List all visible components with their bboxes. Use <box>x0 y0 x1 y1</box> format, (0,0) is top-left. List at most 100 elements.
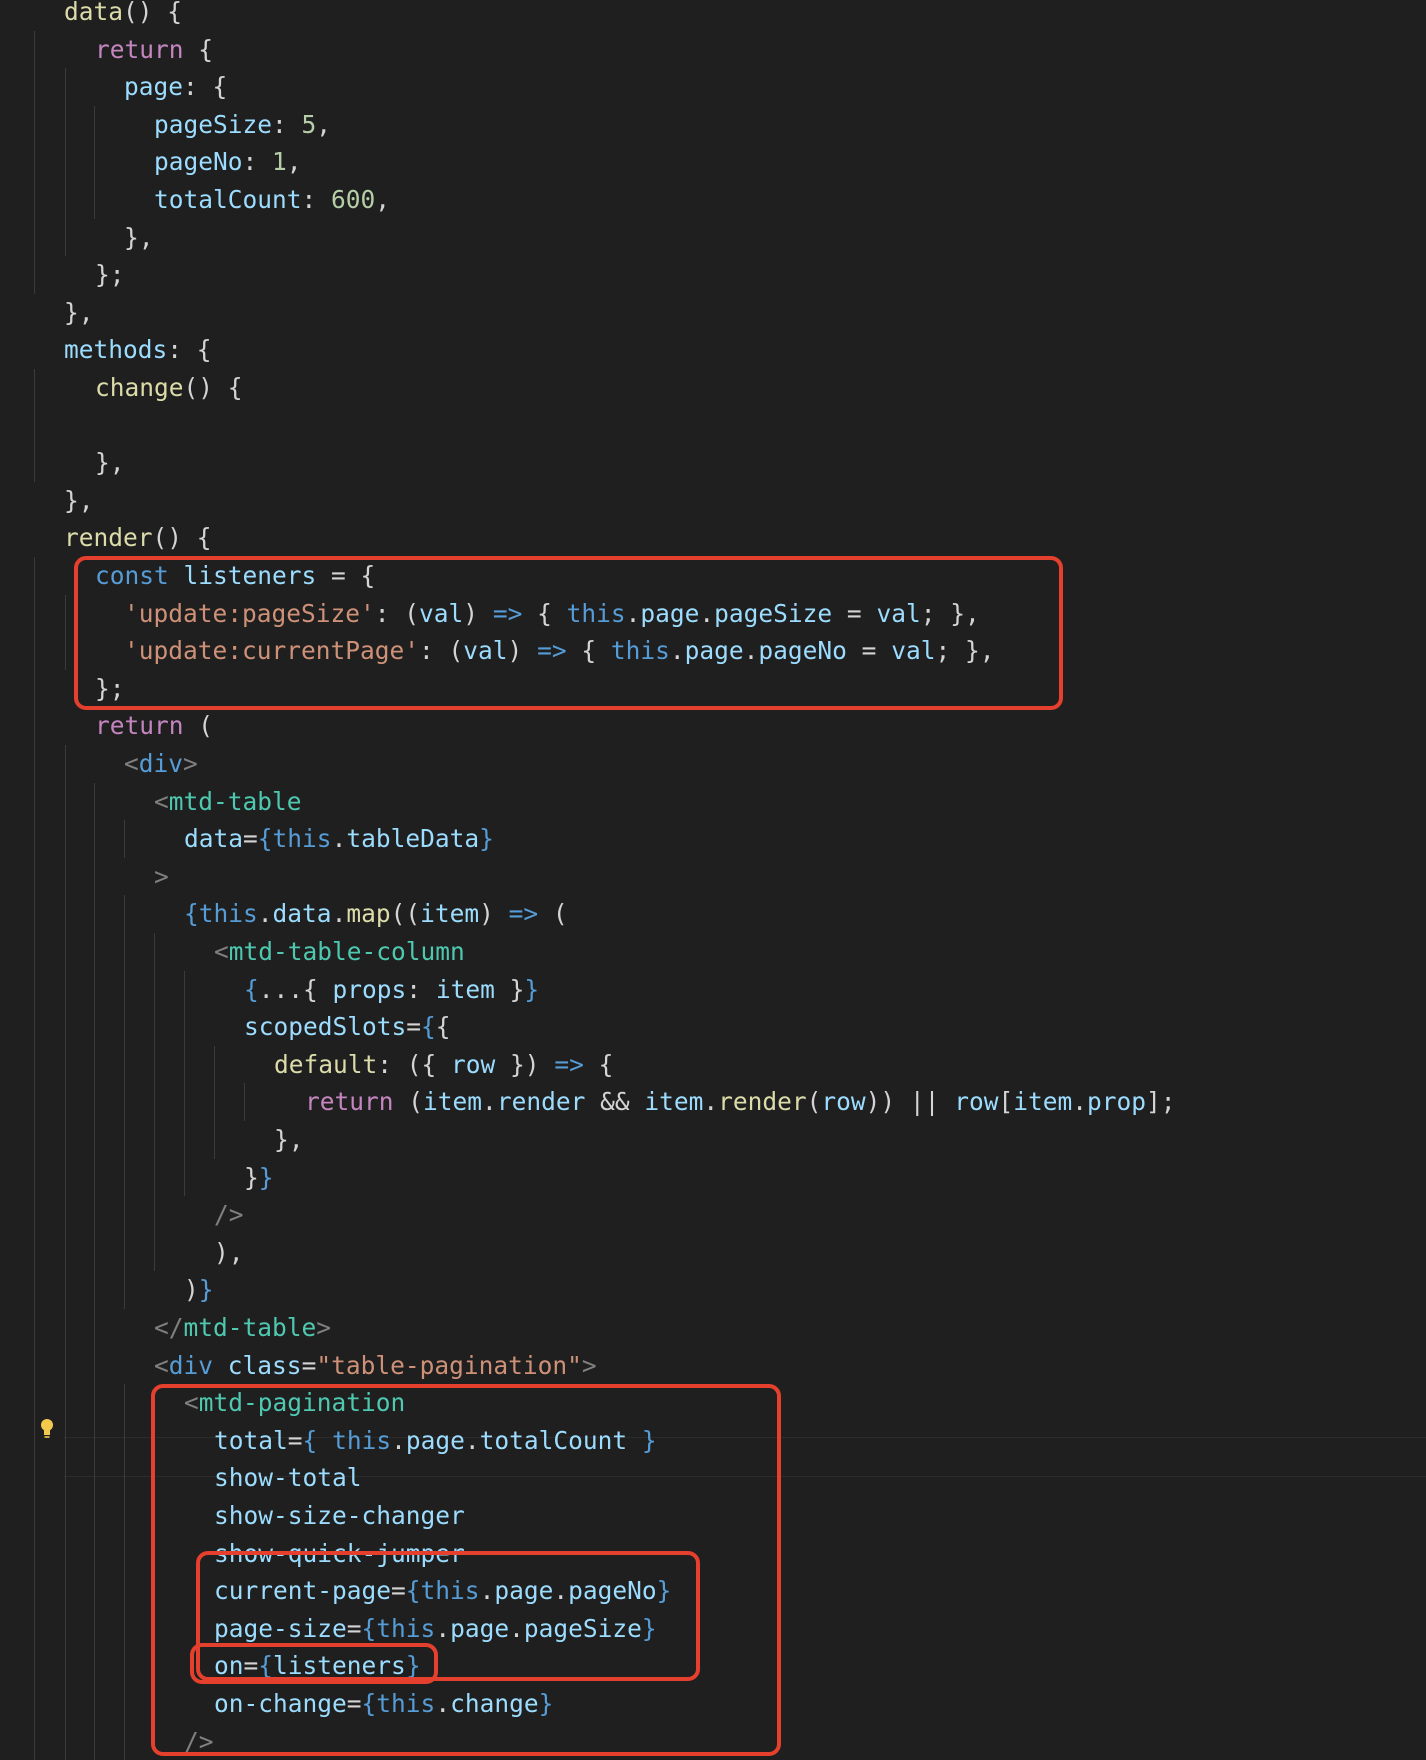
lightbulb-icon[interactable] <box>40 1418 54 1440</box>
code-line[interactable]: }, <box>274 1121 304 1159</box>
code-line[interactable]: totalCount: 600, <box>154 181 390 219</box>
code-token: () { <box>183 373 243 402</box>
code-token: item <box>1013 1087 1073 1117</box>
code-line[interactable]: default: ({ row }) => { <box>274 1046 613 1084</box>
code-line[interactable]: }, <box>95 444 125 482</box>
code-token: prop <box>1087 1087 1147 1117</box>
listeners-highlight-box <box>74 556 1063 710</box>
code-token: 5 <box>301 109 317 139</box>
code-token: && <box>585 1087 645 1117</box>
code-token: { <box>421 1012 436 1042</box>
code-token: : <box>242 147 273 177</box>
code-token: map <box>346 899 391 929</box>
code-token: { <box>583 1049 614 1079</box>
code-line[interactable]: return (item.render && item.render(row))… <box>305 1083 1176 1121</box>
code-line[interactable]: render() { <box>64 519 212 557</box>
code-token: [ <box>998 1087 1014 1117</box>
code-token: mtd-table <box>168 786 302 816</box>
code-line[interactable]: scopedSlots={{ <box>244 1008 451 1046</box>
indent-guide <box>65 594 66 670</box>
code-token: . <box>482 1087 497 1117</box>
code-token: { <box>435 1012 451 1042</box>
code-line[interactable]: }} <box>244 1159 274 1197</box>
code-token: /> <box>214 1200 244 1230</box>
indent-guide <box>124 820 125 858</box>
code-line[interactable]: {...{ props: item }} <box>244 971 539 1009</box>
code-token: } <box>524 974 540 1004</box>
code-token: , <box>375 185 391 214</box>
code-line[interactable]: }, <box>64 294 94 332</box>
code-token: this <box>272 824 332 854</box>
code-token: . <box>1072 1087 1087 1117</box>
code-token: , <box>286 147 302 177</box>
code-token: > <box>154 861 169 891</box>
code-token: > <box>316 1313 332 1342</box>
code-line[interactable]: </mtd-table> <box>154 1309 331 1347</box>
code-line[interactable]: )} <box>184 1271 214 1309</box>
code-token: page <box>124 72 184 102</box>
code-line[interactable]: <mtd-table-column <box>214 933 465 971</box>
indent-guide <box>184 970 185 1197</box>
code-token: = <box>243 824 258 854</box>
code-token: render <box>718 1087 807 1117</box>
code-token: pageNo <box>154 147 243 177</box>
indent-guide <box>65 68 66 257</box>
code-line[interactable]: change() { <box>95 369 243 407</box>
code-token: }; <box>95 260 125 290</box>
code-line[interactable]: pageNo: 1, <box>154 143 302 181</box>
code-token: item <box>423 1087 483 1117</box>
code-token: tableData <box>346 824 480 854</box>
code-token: pageSize <box>154 109 273 139</box>
code-token: return <box>95 711 184 741</box>
code-line[interactable]: /> <box>214 1196 244 1234</box>
code-line[interactable]: }; <box>95 256 125 294</box>
code-line[interactable]: return ( <box>95 707 213 745</box>
indent-guide <box>124 895 125 1309</box>
code-token: render <box>496 1087 586 1117</box>
code-line[interactable]: data={this.tableData} <box>184 820 494 858</box>
code-token: change <box>95 373 184 402</box>
code-token: . <box>257 899 273 929</box>
code-line[interactable]: page: { <box>124 68 227 106</box>
code-line[interactable]: methods: { <box>64 331 212 369</box>
code-line[interactable]: }, <box>64 482 94 520</box>
code-line[interactable]: <div> <box>124 745 198 783</box>
code-token: }, <box>64 297 94 327</box>
code-line[interactable]: <div class="table-pagination"> <box>154 1347 597 1385</box>
code-line[interactable]: pageSize: 5, <box>154 106 331 144</box>
code-token: "table-pagination" <box>316 1350 582 1380</box>
indent-guide <box>94 782 95 1760</box>
code-line[interactable]: data() { <box>64 0 182 31</box>
code-line[interactable]: > <box>154 858 169 896</box>
code-token: : <box>272 109 302 139</box>
code-token: row <box>954 1087 999 1117</box>
code-token: < <box>154 786 169 816</box>
code-token: this <box>198 899 258 929</box>
code-token: )) || <box>865 1087 955 1117</box>
code-token: item <box>435 974 495 1004</box>
code-token: > <box>581 1350 597 1380</box>
code-token: < <box>124 749 139 778</box>
code-editor[interactable]: data() {return {page: {pageSize: 5, pageN… <box>0 0 1426 1760</box>
code-token: } <box>494 974 525 1004</box>
code-line[interactable]: ), <box>214 1234 244 1272</box>
code-token: { <box>183 34 214 64</box>
code-token: : <box>406 974 436 1004</box>
code-token: 1 <box>272 147 287 177</box>
code-line[interactable]: }, <box>124 219 154 257</box>
code-line[interactable]: <mtd-table <box>154 783 302 821</box>
code-token: }, <box>124 222 154 252</box>
code-token: . <box>331 824 347 854</box>
code-token: ...{ <box>258 974 333 1004</box>
code-token: : ({ <box>377 1049 452 1079</box>
indent-guide <box>154 933 155 1272</box>
code-token: ) <box>479 899 509 929</box>
code-token: row <box>821 1087 866 1117</box>
code-line[interactable]: {this.data.map((item) => ( <box>184 895 568 933</box>
code-line[interactable]: return { <box>95 31 213 69</box>
code-token: { <box>244 974 259 1004</box>
indent-guide <box>34 557 35 1760</box>
code-token: => <box>554 1049 584 1079</box>
code-token: () { <box>123 0 183 26</box>
code-token: scopedSlots <box>244 1012 407 1042</box>
